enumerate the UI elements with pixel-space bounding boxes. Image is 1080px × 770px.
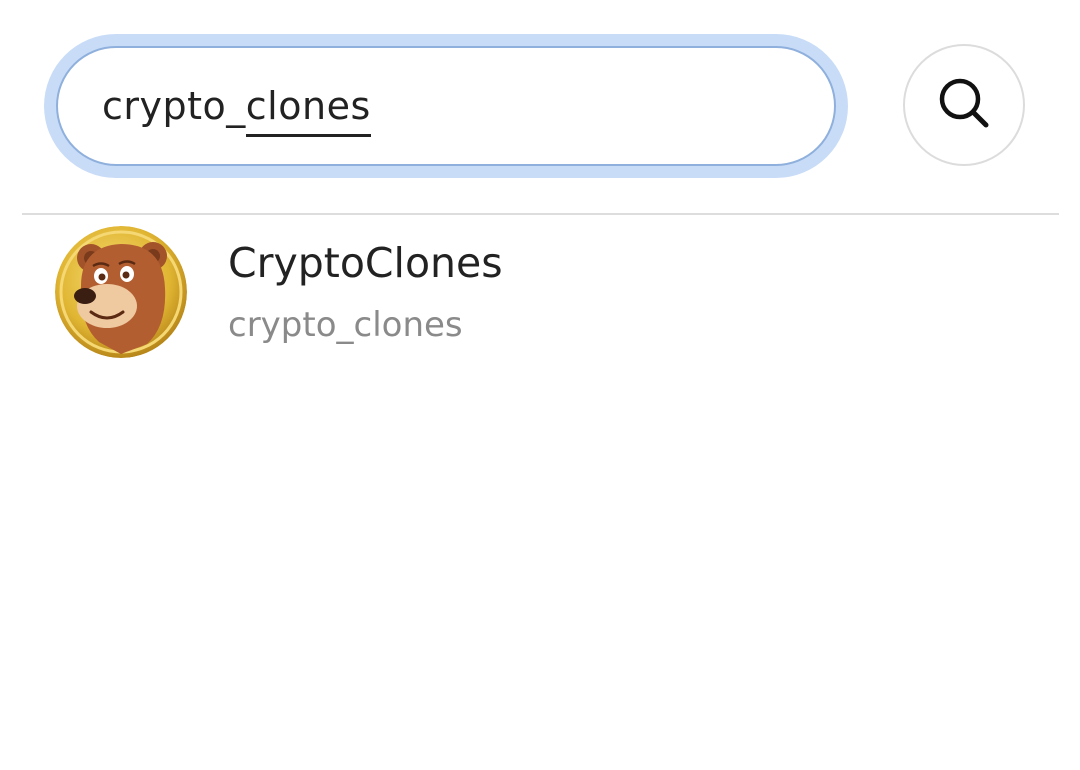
search-icon: [936, 75, 992, 135]
bear-avatar-image: [55, 226, 187, 358]
result-display-name: CryptoClones: [228, 239, 503, 287]
search-result-item[interactable]: CryptoClones crypto_clones: [0, 215, 1080, 365]
search-query-composing: clones: [245, 84, 371, 137]
avatar[interactable]: [55, 226, 187, 358]
search-focus-ring: crypto_clones: [44, 34, 848, 178]
search-query-text[interactable]: crypto_clones: [102, 84, 371, 137]
search-query-prefix: crypto_: [102, 84, 246, 128]
result-handle: crypto_clones: [228, 305, 463, 345]
search-button[interactable]: [903, 44, 1025, 166]
search-input[interactable]: crypto_clones: [56, 46, 836, 166]
